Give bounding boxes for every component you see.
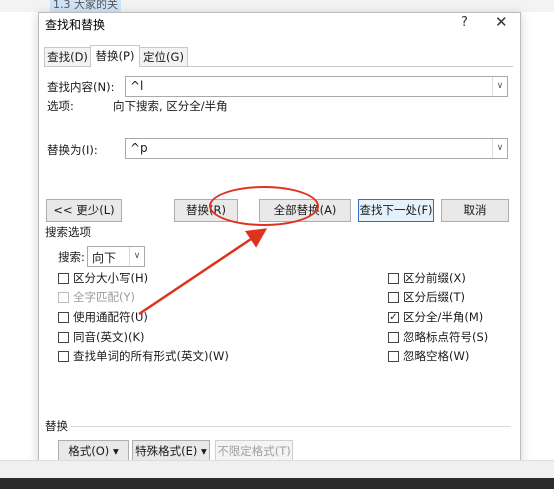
annotation-arrow-icon xyxy=(138,228,268,316)
tab-replace[interactable]: 替换(P) xyxy=(90,45,140,67)
